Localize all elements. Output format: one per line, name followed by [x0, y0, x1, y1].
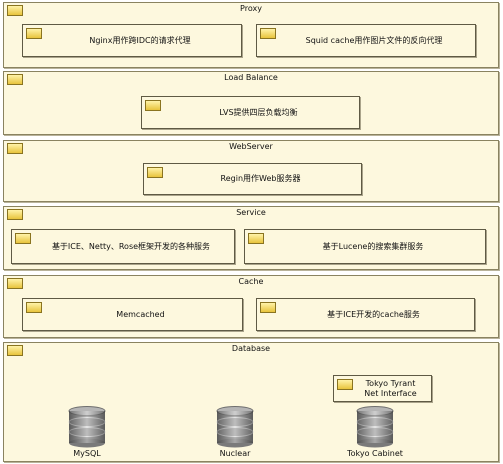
package-title: Service: [236, 208, 266, 217]
component-folder-icon: [147, 167, 163, 178]
component-label: Memcached: [116, 309, 165, 319]
component-lvs: LVS提供四层负载均衡: [141, 96, 360, 129]
package-title: Database: [231, 344, 271, 353]
component-label: 基于ICE、Netty、Rose框架开发的各种服务: [51, 241, 211, 251]
database-icon: [216, 406, 254, 448]
component-nginx: Nginx用作跨IDC的请求代理: [22, 24, 242, 57]
component-folder-icon: [15, 233, 31, 244]
component-memcached: Memcached: [22, 298, 243, 331]
package-service: Service 基于ICE、Netty、Rose框架开发的各种服务 基于Luce…: [3, 206, 499, 270]
component-regin: Regin用作Web服务器: [143, 163, 362, 195]
component-folder-icon: [26, 302, 42, 313]
component-label: 基于Lucene的搜索集群服务: [322, 241, 424, 251]
component-folder-icon: [260, 302, 276, 313]
package-title: Proxy: [240, 4, 262, 13]
package-cache: Cache Memcached 基于ICE开发的cache服务: [3, 275, 499, 338]
database-mysql: MySQL: [57, 406, 117, 458]
database-icon: [68, 406, 106, 448]
component-label: Nginx用作跨IDC的请求代理: [89, 35, 191, 45]
database-tokyo-cabinet: Tokyo Cabinet: [345, 406, 405, 458]
package-load-balance: Load Balance LVS提供四层负载均衡: [3, 71, 499, 135]
package-title: WebServer: [229, 142, 273, 151]
component-label: Regin用作Web服务器: [220, 174, 301, 183]
component-label: 基于ICE开发的cache服务: [327, 309, 420, 319]
component-folder-icon: [248, 233, 264, 244]
component-label: LVS提供四层负载均衡: [219, 107, 298, 117]
package-database: Database Tokyo Tyrant Net Interface MySQ…: [3, 342, 499, 462]
component-folder-icon: [145, 100, 161, 111]
database-nuclear: Nuclear: [205, 406, 265, 458]
package-title: Load Balance: [224, 73, 278, 82]
database-label: MySQL: [73, 449, 101, 458]
package-webserver: WebServer Regin用作Web服务器: [3, 140, 499, 202]
component-label: Squid cache用作图片文件的反向代理: [305, 35, 443, 45]
component-folder-icon: [260, 28, 276, 39]
component-folder-icon: [26, 28, 42, 39]
database-icon: [356, 406, 394, 448]
component-label: Tokyo Tyrant Net Interface: [364, 378, 417, 398]
component-ice-netty-rose: 基于ICE、Netty、Rose框架开发的各种服务: [11, 229, 235, 264]
package-title: Cache: [238, 277, 264, 286]
database-label: Tokyo Cabinet: [347, 449, 403, 458]
package-proxy: Proxy Nginx用作跨IDC的请求代理 Squid cache用作图片文件…: [3, 2, 499, 68]
database-label: Nuclear: [219, 449, 251, 458]
component-ice-cache: 基于ICE开发的cache服务: [256, 298, 475, 331]
component-squid: Squid cache用作图片文件的反向代理: [256, 24, 476, 57]
component-tokyo-tyrant: Tokyo Tyrant Net Interface: [333, 375, 432, 402]
component-lucene: 基于Lucene的搜索集群服务: [244, 229, 486, 264]
component-folder-icon: [337, 379, 353, 390]
